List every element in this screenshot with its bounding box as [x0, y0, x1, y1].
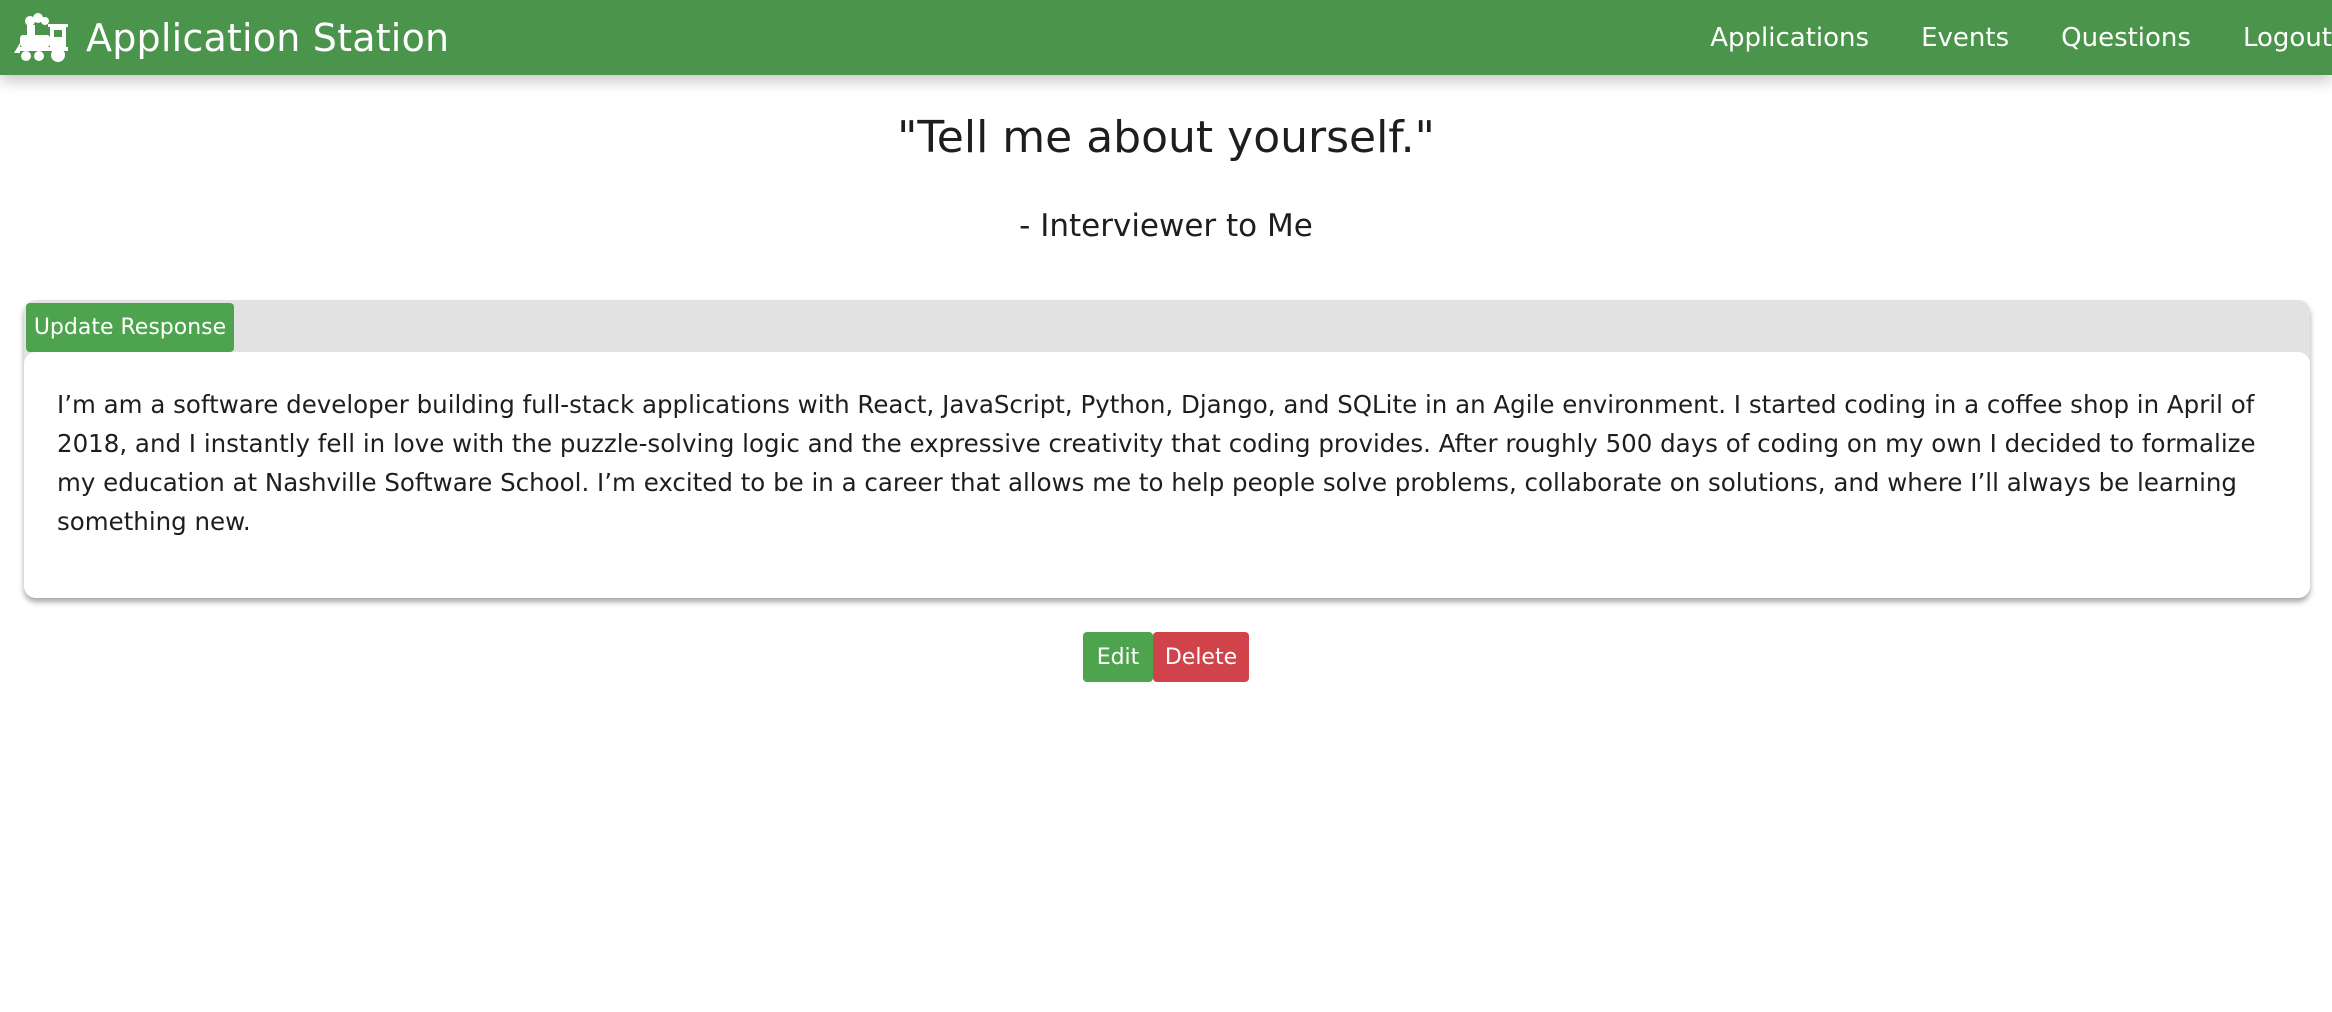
- brand-link[interactable]: Application Station: [14, 0, 449, 75]
- response-body: I’m am a software developer building ful…: [24, 352, 2310, 598]
- question-title: "Tell me about yourself.": [897, 112, 1435, 163]
- nav-link-applications[interactable]: Applications: [1710, 23, 1869, 53]
- brand-title: Application Station: [86, 15, 450, 60]
- question-attribution: - Interviewer to Me: [1019, 208, 1313, 244]
- nav-links: Applications Events Questions Logout: [1710, 0, 2332, 75]
- response-text: I’m am a software developer building ful…: [57, 390, 2256, 536]
- response-card: Update Response I’m am a software develo…: [24, 300, 2310, 598]
- edit-button[interactable]: Edit: [1083, 632, 1153, 682]
- delete-button[interactable]: Delete: [1153, 632, 1249, 682]
- locomotive-icon: [14, 12, 68, 62]
- update-response-button[interactable]: Update Response: [26, 303, 234, 352]
- navbar: Application Station Applications Events …: [0, 0, 2332, 75]
- response-actions: Edit Delete: [1083, 632, 1249, 682]
- nav-link-logout[interactable]: Logout: [2243, 23, 2332, 53]
- nav-link-events[interactable]: Events: [1921, 23, 2009, 53]
- nav-link-questions[interactable]: Questions: [2061, 23, 2191, 53]
